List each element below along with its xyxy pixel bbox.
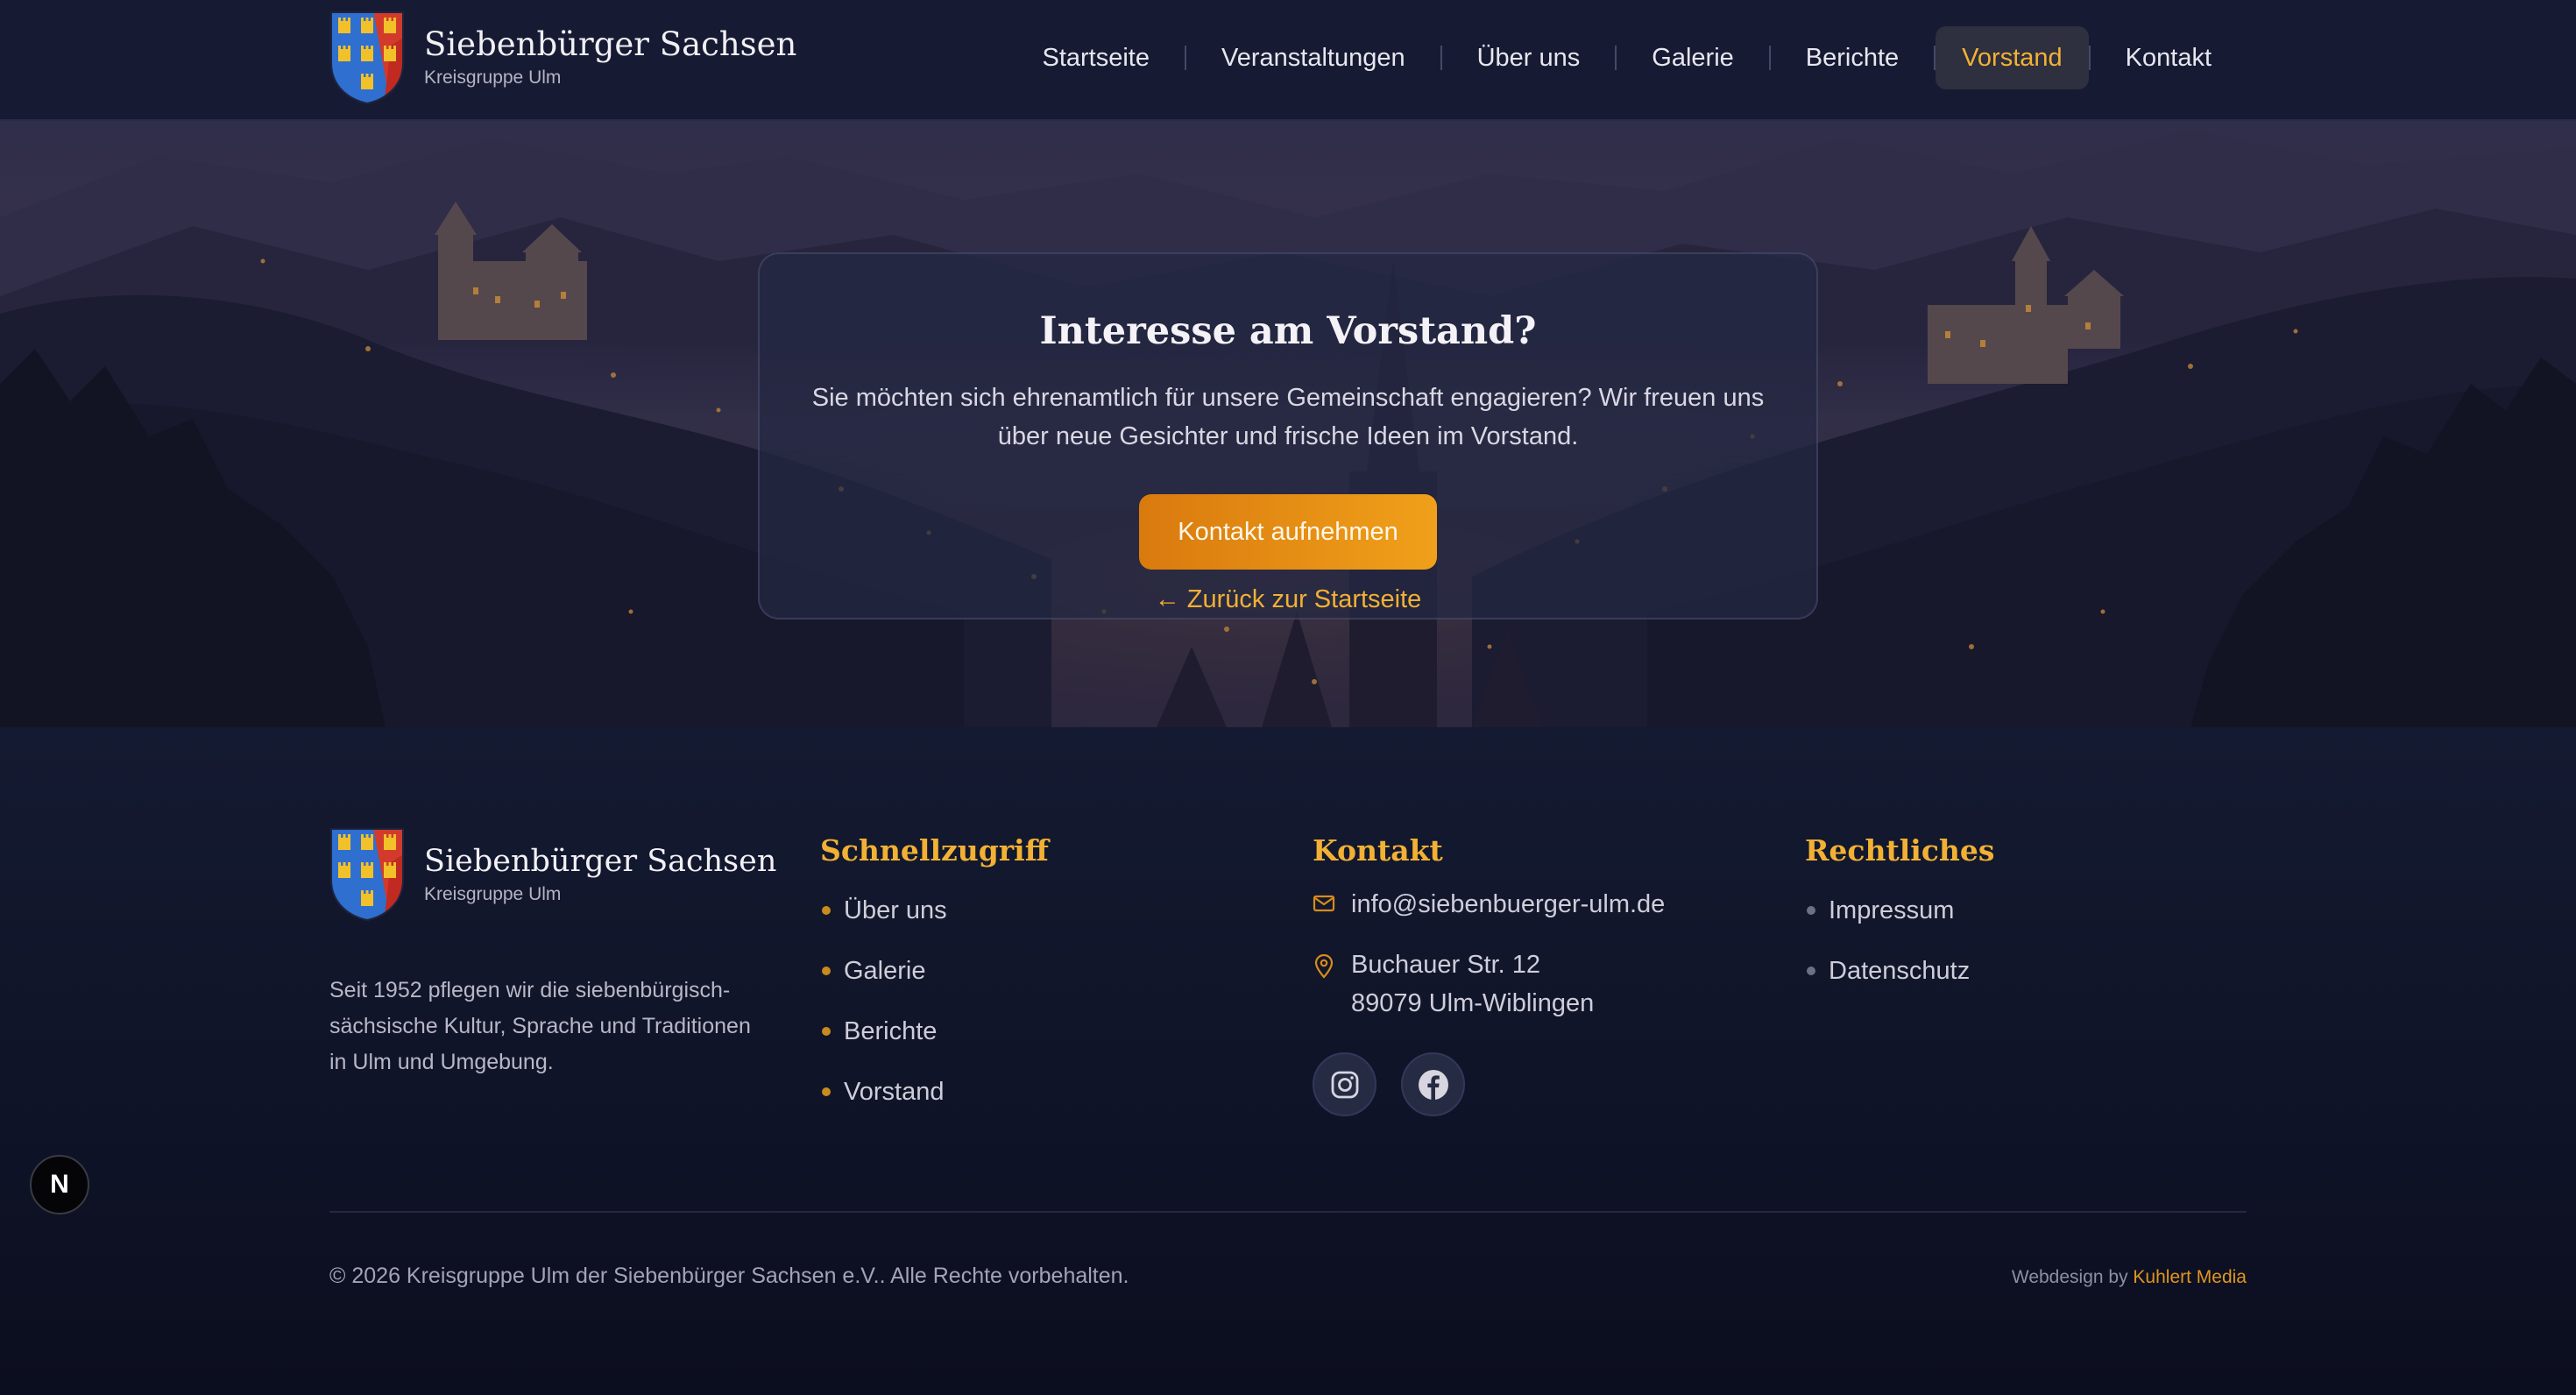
cta-text: Sie möchten sich ehrenamtlich für unsere… (811, 384, 1765, 450)
quick-link-label: Galerie (844, 957, 926, 985)
hero-section: Interesse am Vorstand? Sie möchten sich … (0, 121, 2576, 727)
quick-link-ueber-uns[interactable]: Über uns (820, 889, 1049, 949)
nav-startseite[interactable]: Startseite (1007, 26, 1185, 89)
copyright-text: © 2026 Kreisgruppe Ulm der Siebenbürger … (329, 1264, 1129, 1288)
contact-title: Kontakt (1313, 833, 1443, 867)
legal-link-label: Impressum (1829, 896, 1955, 924)
legal-link-label: Datenschutz (1829, 957, 1971, 985)
footer-brand[interactable]: Siebenbürger Sachsen Kreisgruppe Ulm (329, 827, 776, 922)
nav-galerie[interactable]: Galerie (1617, 26, 1769, 89)
legal-links-list: Impressum Datenschutz (1805, 889, 1994, 1009)
contact-button[interactable]: Kontakt aufnehmen (1139, 494, 1437, 570)
credit-prefix: Webdesign by (2011, 1267, 2128, 1287)
coat-of-arms-icon (330, 11, 404, 105)
bullet-icon (822, 1087, 831, 1096)
quick-link-berichte[interactable]: Berichte (820, 1009, 1049, 1070)
quick-link-galerie[interactable]: Galerie (820, 949, 1049, 1009)
quick-link-vorstand[interactable]: Vorstand (820, 1070, 1049, 1130)
facebook-icon (1418, 1069, 1448, 1100)
nav-ueber-uns[interactable]: Über uns (1442, 26, 1616, 89)
quick-link-label: Berichte (844, 1017, 938, 1045)
legal-link-impressum[interactable]: Impressum (1805, 889, 1994, 949)
cta-title: Interesse am Vorstand? (1039, 309, 1537, 353)
address-line-2: 89079 Ulm-Wiblingen (1351, 989, 1595, 1017)
nextjs-dev-badge[interactable]: N (30, 1155, 89, 1214)
nav-veranstaltungen[interactable]: Veranstaltungen (1186, 26, 1440, 89)
footer-brand-subtitle: Kreisgruppe Ulm (424, 884, 562, 904)
brand-title: Siebenbürger Sachsen (424, 25, 797, 63)
quick-links-column: Schnellzugriff Über uns Galerie Berichte… (820, 831, 1049, 1130)
footer-brand-title: Siebenbürger Sachsen (424, 844, 777, 879)
credit-link[interactable]: Kuhlert Media (2133, 1267, 2247, 1287)
back-to-home-link[interactable]: ← Zurück zur Startseite (0, 585, 2576, 614)
contact-address: Buchauer Str. 12 89079 Ulm-Wiblingen (1313, 945, 1665, 1023)
location-pin-icon (1314, 954, 1334, 979)
legal-column: Rechtliches Impressum Datenschutz (1805, 831, 1994, 1009)
contact-column: Kontakt info@siebenbuerger-ulm.de Buchau… (1313, 831, 1665, 1116)
coat-of-arms-icon (330, 828, 404, 922)
address-line-1: Buchauer Str. 12 (1351, 951, 1541, 979)
bullet-icon (822, 906, 831, 915)
quick-link-label: Vorstand (844, 1078, 945, 1106)
mail-icon (1313, 895, 1335, 912)
nav-berichte[interactable]: Berichte (1771, 26, 1934, 89)
nav-kontakt[interactable]: Kontakt (2091, 26, 2247, 89)
bullet-icon (822, 967, 831, 975)
brand-subtitle: Kreisgruppe Ulm (424, 67, 562, 88)
quick-link-label: Über uns (844, 896, 947, 924)
bullet-icon (822, 1027, 831, 1036)
quick-links-list: Über uns Galerie Berichte Vorstand (820, 889, 1049, 1130)
instagram-button[interactable] (1313, 1052, 1376, 1116)
dev-badge-label: N (50, 1170, 69, 1199)
quick-links-title: Schnellzugriff (820, 833, 1049, 867)
vorstand-interest-card: Interesse am Vorstand? Sie möchten sich … (758, 252, 1818, 620)
brand-logo-link[interactable]: Siebenbürger Sachsen Kreisgruppe Ulm (329, 11, 796, 105)
webdesign-credit: Webdesign by Kuhlert Media (2012, 1267, 2247, 1288)
legal-title: Rechtliches (1805, 833, 1995, 867)
footer-divider (329, 1211, 2247, 1213)
facebook-button[interactable] (1401, 1052, 1465, 1116)
social-links (1313, 1052, 1665, 1116)
page: Siebenbürger Sachsen Kreisgruppe Ulm Sta… (0, 0, 2576, 1395)
footer-description: Seit 1952 pflegen wir die siebenbürgisch… (329, 978, 751, 1074)
nav-vorstand[interactable]: Vorstand (1936, 26, 2089, 89)
bullet-icon (1807, 906, 1815, 915)
site-footer: Siebenbürger Sachsen Kreisgruppe Ulm Sei… (0, 727, 2576, 1395)
contact-email-link[interactable]: info@siebenbuerger-ulm.de (1313, 885, 1665, 924)
instagram-icon (1331, 1071, 1358, 1098)
legal-link-datenschutz[interactable]: Datenschutz (1805, 949, 1994, 1009)
main-navigation: Startseite Veranstaltungen Über uns Gale… (1007, 26, 2247, 89)
bullet-icon (1807, 967, 1815, 975)
contact-email: info@siebenbuerger-ulm.de (1351, 890, 1666, 918)
site-header: Siebenbürger Sachsen Kreisgruppe Ulm Sta… (0, 0, 2576, 121)
